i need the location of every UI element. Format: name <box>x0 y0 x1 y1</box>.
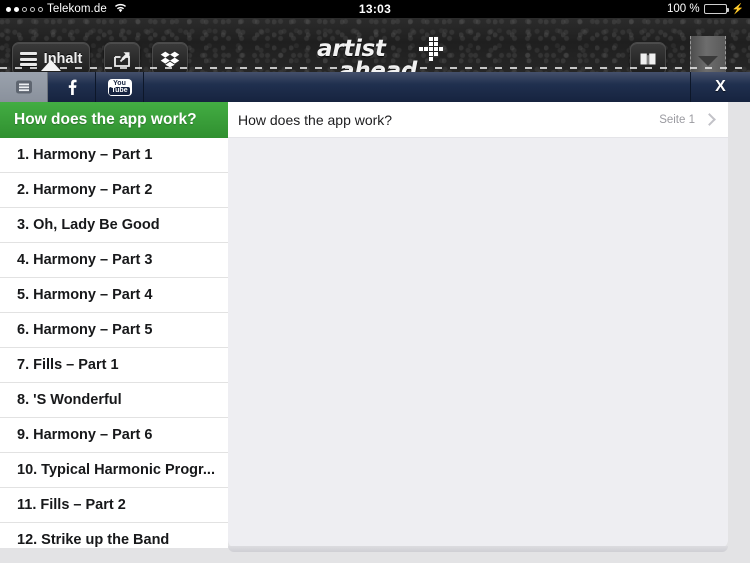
ios-status-bar: Telekom.de 13:03 100 % ⚡ <box>0 0 750 18</box>
app-body: How does the app work? 1. Harmony – Part… <box>0 102 750 563</box>
chevron-right-icon <box>703 113 716 126</box>
content-row-meta: Seite 1 <box>659 113 716 126</box>
battery-icon <box>703 4 729 14</box>
sidebar-list-item[interactable]: 2. Harmony – Part 2 <box>0 173 228 208</box>
sidebar-list-item[interactable]: 11. Fills – Part 2 <box>0 488 228 523</box>
page-edge-shadow <box>228 546 728 552</box>
sidebar-list-item[interactable]: 9. Harmony – Part 6 <box>0 418 228 453</box>
sidebar-list-item[interactable]: 3. Oh, Lady Be Good <box>0 208 228 243</box>
close-button[interactable]: X <box>690 72 750 102</box>
content-row-title: How does the app work? <box>238 111 393 128</box>
status-bar-right: 100 % ⚡ <box>667 3 750 15</box>
toolbar-item-youtube[interactable]: You Tube <box>96 72 144 102</box>
sidebar-list-item[interactable]: 4. Harmony – Part 3 <box>0 243 228 278</box>
secondary-toolbar: You Tube X <box>0 72 750 102</box>
sidebar-header: How does the app work? <box>0 102 228 138</box>
page-number-label: Seite 1 <box>659 113 695 126</box>
list-lines-icon <box>14 78 34 96</box>
youtube-icon: You Tube <box>107 78 132 96</box>
sidebar-panel: How does the app work? 1. Harmony – Part… <box>0 102 228 548</box>
app-screen: Telekom.de 13:03 100 % ⚡ Inhalt artist Y… <box>0 0 750 563</box>
sidebar-list-item[interactable]: 10. Typical Harmonic Progr... <box>0 453 228 488</box>
sidebar-list-item[interactable]: 12. Strike up the Band <box>0 523 228 548</box>
clock-label: 13:03 <box>358 2 392 16</box>
facebook-f-icon <box>62 78 82 96</box>
content-panel: How does the app work? Seite 1 <box>228 102 728 548</box>
stitching-divider <box>0 64 750 72</box>
sidebar-list-item[interactable]: 1. Harmony – Part 1 <box>0 138 228 173</box>
youtube-label-bottom: Tube <box>109 87 130 95</box>
sidebar-list-item[interactable]: 6. Harmony – Part 5 <box>0 313 228 348</box>
toolbar-item-list-view[interactable] <box>0 72 48 102</box>
battery-percent-label: 100 % <box>666 3 700 15</box>
checkered-plus-icon <box>417 36 447 64</box>
sidebar-list-item[interactable]: 5. Harmony – Part 4 <box>0 278 228 313</box>
sidebar-list-item[interactable]: 8. 'S Wonderful <box>0 383 228 418</box>
lightning-bolt-icon: ⚡ <box>731 3 744 15</box>
content-row[interactable]: How does the app work? Seite 1 <box>228 102 728 138</box>
sidebar-list[interactable]: 1. Harmony – Part 1 2. Harmony – Part 2 3.… <box>0 138 228 548</box>
toolbar-item-facebook[interactable] <box>48 72 96 102</box>
sidebar-list-item[interactable]: 7. Fills – Part 1 <box>0 348 228 383</box>
menu-pointer-triangle <box>41 60 61 71</box>
youtube-label-top: You <box>113 79 126 87</box>
